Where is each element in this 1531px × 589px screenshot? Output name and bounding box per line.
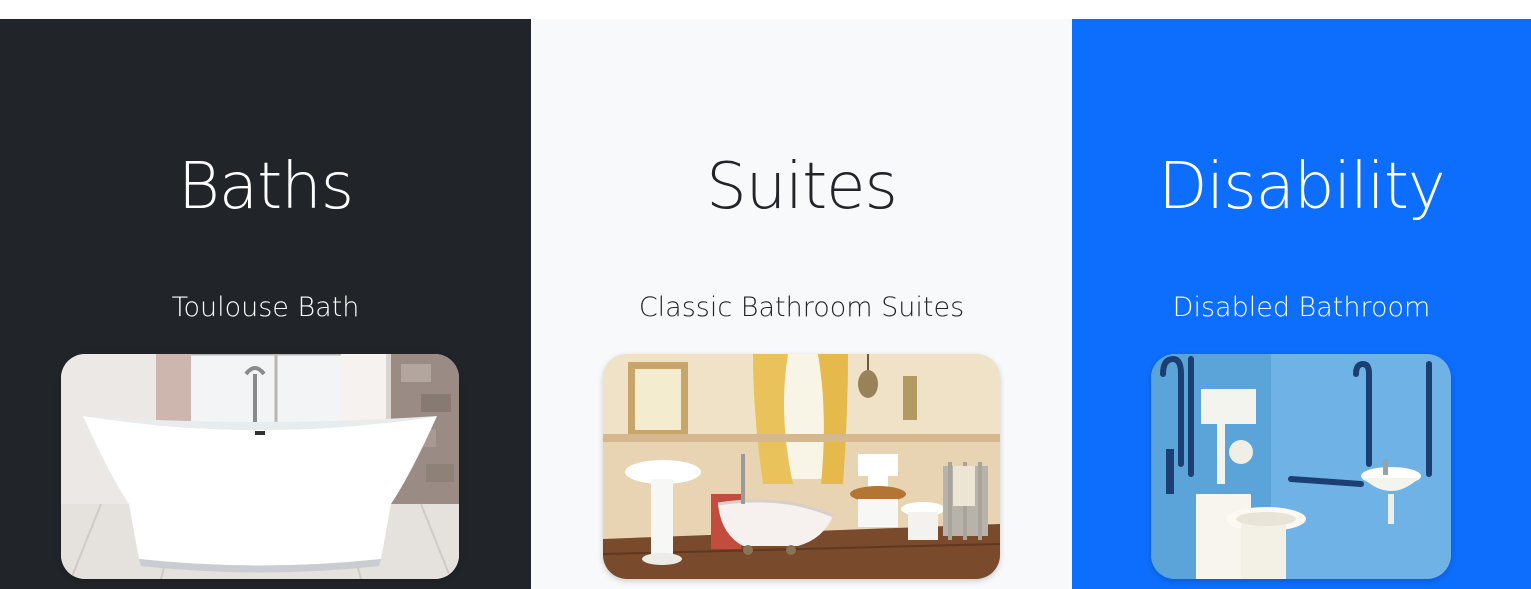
category-card-baths[interactable]: Baths Toulouse Bath xyxy=(0,19,531,589)
category-image-disability[interactable] xyxy=(1151,354,1451,579)
category-panels: Baths Toulouse Bath Suites Classic Bathr… xyxy=(0,19,1531,589)
category-title: Baths xyxy=(177,150,354,224)
bath-photo xyxy=(61,354,459,579)
category-card-suites[interactable]: Suites Classic Bathroom Suites xyxy=(531,19,1072,589)
category-subtitle[interactable]: Toulouse Bath xyxy=(0,291,531,325)
suite-photo xyxy=(603,354,1000,579)
category-image-bath[interactable] xyxy=(61,354,459,579)
category-title: Disability xyxy=(1158,150,1446,224)
category-title: Suites xyxy=(706,150,898,224)
category-subtitle[interactable]: Classic Bathroom Suites xyxy=(531,291,1072,325)
category-image-suite[interactable] xyxy=(603,354,1000,579)
disability-bathroom-photo xyxy=(1151,354,1451,579)
category-subtitle[interactable]: Disabled Bathroom xyxy=(1072,291,1531,325)
category-card-disability[interactable]: Disability Disabled Bathroom xyxy=(1072,19,1531,589)
